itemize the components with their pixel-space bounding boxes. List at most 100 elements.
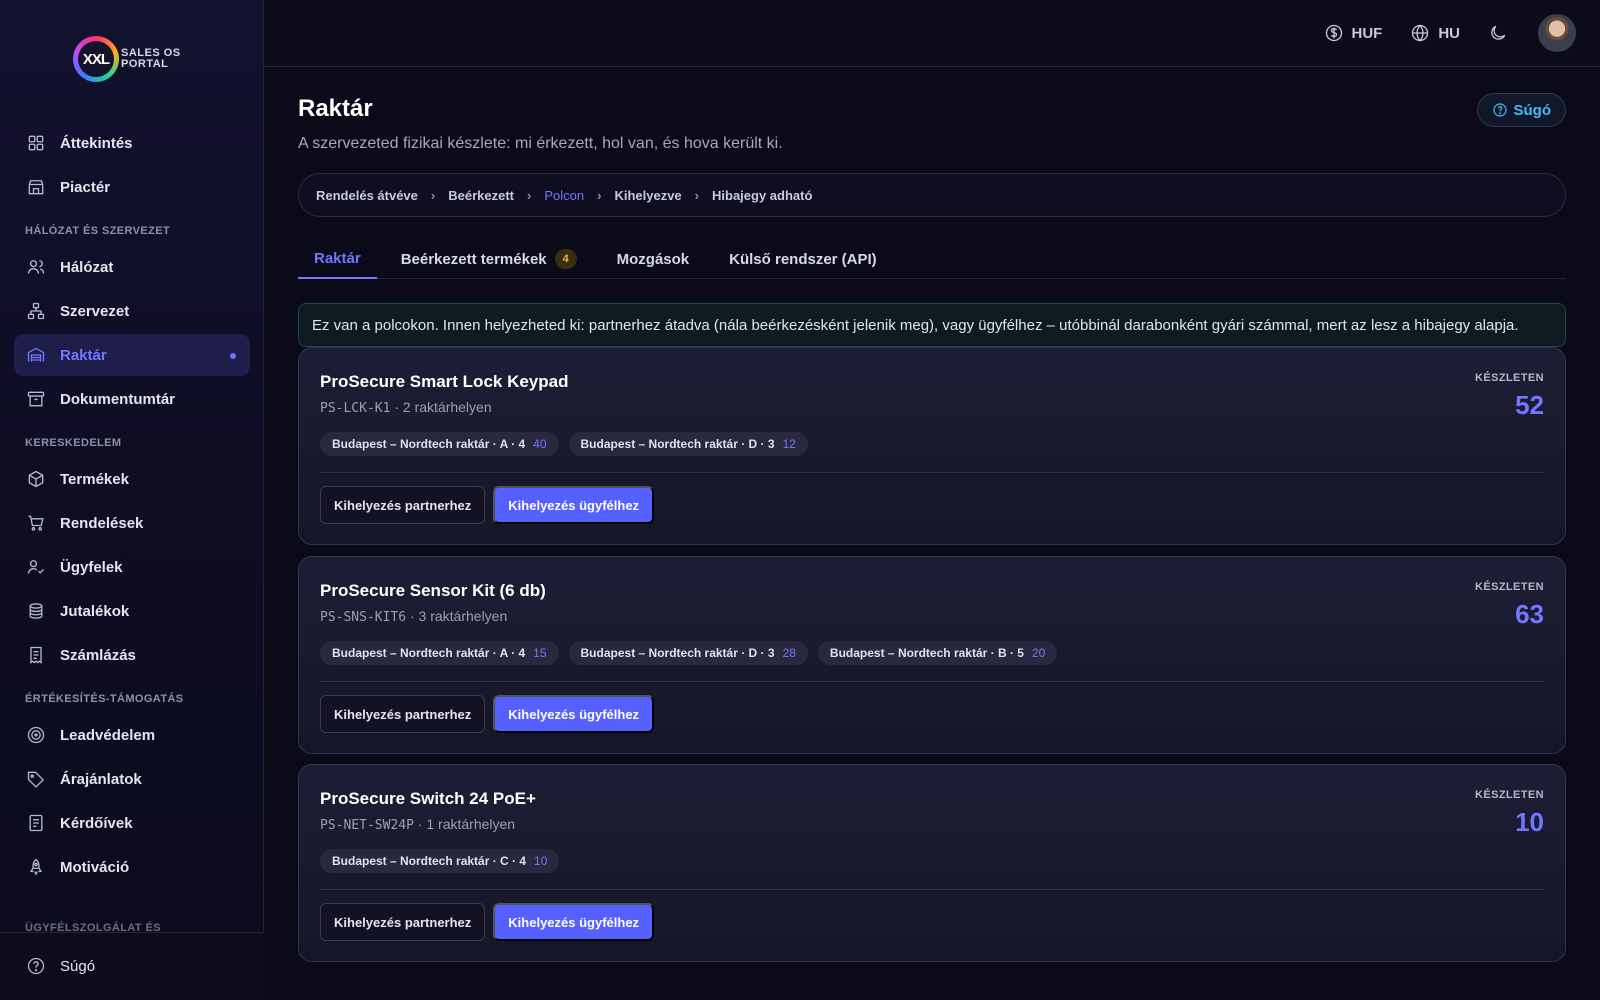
location-label: Budapest – Nordtech raktár · D · 3 xyxy=(580,646,775,660)
product-name: ProSecure Switch 24 PoE+ xyxy=(320,789,536,808)
sidebar-item-dokumentumtar[interactable]: Dokumentumtár xyxy=(14,378,250,420)
stock-value: 63 xyxy=(1515,599,1544,629)
topbar: HUF HU xyxy=(264,0,1600,67)
location-chip: Budapest – Nordtech raktár · D · 3 28 xyxy=(568,641,808,665)
tab-raktar[interactable]: Raktár xyxy=(298,239,377,279)
sidebar-item-motivacio[interactable]: Motiváció xyxy=(14,846,250,888)
location-chip: Budapest – Nordtech raktár · A · 4 40 xyxy=(320,432,559,456)
sidebar-item-rendelesek[interactable]: Rendelések xyxy=(14,502,250,544)
receipt-icon xyxy=(30,646,42,664)
sidebar-item-halozat[interactable]: Hálózat xyxy=(14,246,250,288)
sidebar-section-title: ÉRTÉKESÍTÉS-TÁMOGATÁS xyxy=(25,693,184,705)
globe-icon xyxy=(1412,24,1429,42)
location-qty: 40 xyxy=(533,437,547,451)
breadcrumb-step-polcon[interactable]: Polcon xyxy=(544,188,584,203)
logo[interactable]: XXL SALES OS PORTAL xyxy=(73,36,201,82)
sidebar-item-label: Leadvédelem xyxy=(60,726,156,744)
tab-label: Külső rendszer (API) xyxy=(729,250,877,268)
tabs: Raktár Beérkezett termékek 4 Mozgások Külső … xyxy=(298,239,1566,279)
sidebar-section-title: HÁLÓZAT ÉS SZERVEZET xyxy=(25,225,171,237)
sidebar-item-label: Áttekintés xyxy=(60,134,133,152)
breadcrumb-step-hibajegy-adhato[interactable]: Hibajegy adható xyxy=(712,188,812,203)
sidebar-item-label: Piactér xyxy=(60,178,111,196)
deploy-to-partner-button[interactable]: Kihelyezés partnerhez xyxy=(320,486,486,524)
sidebar-item-label: Raktár xyxy=(60,346,107,364)
sidebar: XXL SALES OS PORTAL Áttekintés Piactér HÁL… xyxy=(0,0,264,1000)
chevron-right-icon: › xyxy=(694,187,699,203)
sidebar-item-ugyfelek[interactable]: Ügyfelek xyxy=(14,546,250,588)
breadcrumb-step-kihelyezve[interactable]: Kihelyezve xyxy=(614,188,681,203)
product-name: ProSecure Sensor Kit (6 db) xyxy=(320,581,546,600)
sidebar-item-help[interactable]: Súgó xyxy=(14,945,250,987)
sidebar-footer: Súgó xyxy=(0,932,264,1000)
language-label: HU xyxy=(1438,24,1460,42)
deploy-to-customer-button[interactable]: Kihelyezés ügyfélhez xyxy=(493,903,655,941)
coins-icon xyxy=(29,603,43,619)
moon-icon xyxy=(1491,25,1506,40)
deploy-to-customer-button[interactable]: Kihelyezés ügyfélhez xyxy=(493,486,655,524)
deploy-to-customer-button[interactable]: Kihelyezés ügyfélhez xyxy=(493,695,655,733)
users-icon xyxy=(27,260,45,274)
deploy-to-partner-button[interactable]: Kihelyezés partnerhez xyxy=(320,695,486,733)
tab-mozgasok[interactable]: Mozgások xyxy=(601,239,706,279)
breadcrumb-step-beerkezett[interactable]: Beérkezett xyxy=(448,188,514,203)
sidebar-item-label: Számlázás xyxy=(60,646,136,664)
sidebar-item-kerdoivek[interactable]: Kérdőívek xyxy=(14,802,250,844)
location-chip: Budapest – Nordtech raktár · A · 4 15 xyxy=(320,641,559,665)
card-actions: Kihelyezés partnerhez Kihelyezés ügyfélhe… xyxy=(320,695,655,733)
tab-label: Beérkezett termékek xyxy=(400,250,547,268)
language-selector[interactable]: HU xyxy=(1410,23,1460,43)
location-qty: 28 xyxy=(782,646,796,660)
org-chart-icon xyxy=(27,302,45,320)
sidebar-item-arajanlatok[interactable]: Árajánlatok xyxy=(14,758,250,800)
location-qty: 10 xyxy=(534,854,548,868)
divider xyxy=(320,889,1544,890)
sidebar-item-leadvedelem[interactable]: Leadvédelem xyxy=(14,714,250,756)
breadcrumb-step-rendeles-atveve[interactable]: Rendelés átvéve xyxy=(316,188,418,203)
dollar-circle-icon xyxy=(1325,24,1342,42)
card-actions: Kihelyezés partnerhez Kihelyezés ügyfélhe… xyxy=(320,903,655,941)
chevron-right-icon: › xyxy=(430,187,436,203)
avatar[interactable] xyxy=(1538,14,1576,52)
store-icon xyxy=(28,180,44,195)
location-chips: Budapest – Nordtech raktár · A · 4 40 Buda… xyxy=(320,432,818,456)
info-text: Ez van a polcokon. Innen helyezheted ki:… xyxy=(312,316,1519,334)
product-location-count: · 3 raktárhelyen xyxy=(409,608,508,624)
logo-mark-text: XXL xyxy=(78,41,114,77)
stock-value: 10 xyxy=(1515,807,1544,837)
sidebar-item-szamlazas[interactable]: Számlázás xyxy=(14,634,250,676)
active-indicator xyxy=(230,353,236,359)
location-label: Budapest – Nordtech raktár · A · 4 xyxy=(332,437,526,451)
tab-beerkezett-termekek[interactable]: Beérkezett termékek 4 xyxy=(385,239,593,279)
sidebar-item-szervezet[interactable]: Szervezet xyxy=(14,290,250,332)
sidebar-section-title: KERESKEDELEM xyxy=(25,437,122,449)
stock-label: KÉSZLETEN xyxy=(1475,789,1544,801)
sidebar-nav: Áttekintés Piactér HÁLÓZAT ÉS SZERVEZET Hál… xyxy=(14,122,250,890)
tab-kulso-rendszer-api[interactable]: Külső rendszer (API) xyxy=(713,239,893,279)
location-chips: Budapest – Nordtech raktár · A · 4 15 Buda… xyxy=(320,641,1067,665)
sidebar-item-raktar[interactable]: Raktár xyxy=(14,334,250,376)
currency-selector[interactable]: HUF xyxy=(1324,23,1382,43)
sidebar-item-piacter[interactable]: Piactér xyxy=(14,166,250,208)
sidebar-item-jutalekok[interactable]: Jutalékok xyxy=(14,590,250,632)
sidebar-item-label: Kérdőívek xyxy=(60,814,133,832)
product-meta: PS-SNS-KIT6 · 3 raktárhelyen xyxy=(320,608,507,625)
sidebar-item-label: Jutalékok xyxy=(60,602,130,620)
location-chip: Budapest – Nordtech raktár · C · 4 10 xyxy=(320,849,560,873)
sidebar-item-label: Súgó xyxy=(60,957,96,975)
help-circle-icon xyxy=(1492,103,1507,117)
theme-toggle[interactable] xyxy=(1488,23,1508,43)
product-sku: PS-SNS-KIT6 xyxy=(320,610,407,625)
deploy-to-partner-button[interactable]: Kihelyezés partnerhez xyxy=(320,903,486,941)
sidebar-item-attekintes[interactable]: Áttekintés xyxy=(14,122,250,164)
help-button[interactable]: Súgó xyxy=(1476,93,1566,127)
box-icon xyxy=(28,470,44,488)
stock-value: 52 xyxy=(1515,390,1544,420)
breadcrumb: Rendelés átvéve › Beérkezett › Polcon › Kihely… xyxy=(298,173,1566,217)
page-subtitle: A szervezeted fizikai készlete: mi érkez… xyxy=(298,135,783,152)
location-qty: 12 xyxy=(782,437,796,451)
sidebar-item-termekek[interactable]: Termékek xyxy=(14,458,250,500)
product-card: ProSecure Switch 24 PoE+ PS-NET-SW24P · 1… xyxy=(298,764,1566,962)
chevron-right-icon: › xyxy=(527,187,532,203)
logo-mark: XXL xyxy=(73,36,119,82)
